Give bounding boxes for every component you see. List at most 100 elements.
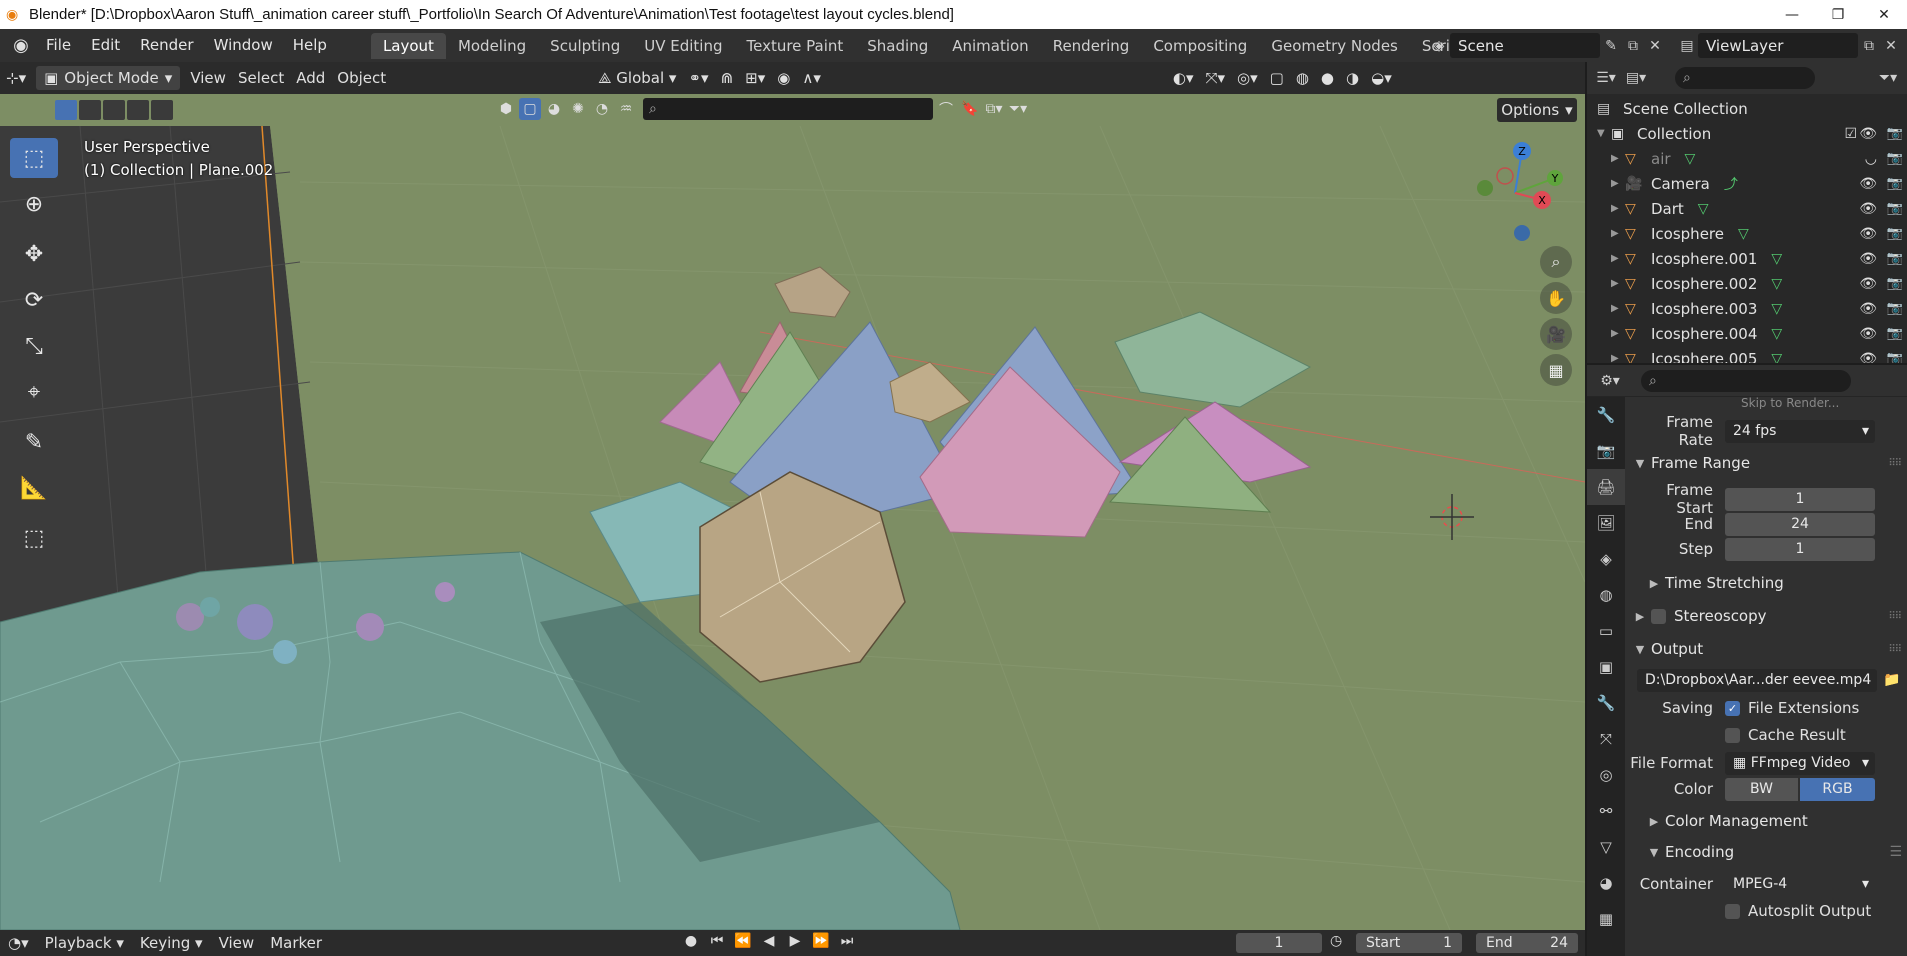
exclude-checkbox-icon[interactable]: ☑	[1844, 126, 1857, 142]
menu-edit[interactable]: Edit	[81, 29, 130, 62]
navigation-gizmo[interactable]: Z Y X	[1470, 138, 1580, 248]
outliner-item-icosphere-005[interactable]: ▶ ▽ Icosphere.005 ▽ 👁 📷	[1587, 346, 1907, 364]
render-camera-icon[interactable]: 📷	[1887, 176, 1903, 191]
render-camera-icon[interactable]: 📷	[1887, 251, 1903, 266]
record-icon[interactable]: ●	[680, 933, 702, 949]
gizmo-toggle-icon[interactable]: ⤧▾	[1199, 66, 1231, 90]
frame-start-field[interactable]: 1	[1725, 487, 1875, 511]
data-tab-icon[interactable]: ▽	[1587, 829, 1625, 865]
ortho-grid-icon[interactable]: ▦	[1540, 354, 1572, 386]
file-format-dropdown[interactable]: ▦ FFmpeg Video ▾	[1725, 751, 1875, 775]
transform-tool[interactable]: ⌖	[10, 372, 58, 412]
expand-arrow-icon[interactable]: ▶	[1611, 253, 1625, 264]
stereoscopy-panel-header[interactable]: ▶ Stereoscopy ⠿⠿	[1629, 601, 1907, 631]
output-tab-icon[interactable]: 🖨	[1587, 469, 1625, 505]
select-box-tool[interactable]: ⬚	[10, 138, 58, 178]
tab-shading[interactable]: Shading	[855, 33, 940, 59]
expand-arrow-icon[interactable]: ▶	[1611, 353, 1625, 363]
particles-tab-icon[interactable]: ⤧	[1587, 721, 1625, 757]
visibility-icon[interactable]: ◐▾	[1167, 66, 1200, 90]
tab-rendering[interactable]: Rendering	[1041, 33, 1142, 59]
select-invert-mode[interactable]	[127, 100, 149, 120]
xray-icon[interactable]: ▢	[1264, 66, 1290, 90]
render-camera-icon[interactable]: 📷	[1887, 151, 1903, 166]
menu-help[interactable]: Help	[283, 29, 337, 62]
proportional-edit-icon[interactable]: ◉	[771, 66, 796, 90]
expand-arrow-icon[interactable]: ▶	[1611, 178, 1625, 189]
delete-viewlayer-icon[interactable]: ✕	[1880, 35, 1902, 57]
tab-layout[interactable]: Layout	[370, 32, 446, 59]
overlay-toggle-icon[interactable]: ◎▾	[1231, 66, 1264, 90]
eye-icon[interactable]: 👁	[1859, 301, 1877, 317]
menu-marker[interactable]: Marker	[262, 934, 330, 952]
snap-icon[interactable]: ⋒	[715, 66, 740, 90]
eye-icon[interactable]: 👁	[1859, 276, 1877, 292]
maximize-button[interactable]: ❐	[1815, 0, 1861, 29]
bookmark-icon[interactable]: 🔖	[959, 98, 981, 120]
zoom-icon[interactable]: ⌕	[1540, 246, 1572, 278]
eye-icon[interactable]: 👁	[1859, 176, 1877, 192]
rendered-shading-icon[interactable]: ◒▾	[1365, 66, 1398, 90]
collection-color-icon[interactable]: ⬢	[495, 98, 517, 120]
material-tab-icon[interactable]: ◕	[1587, 865, 1625, 901]
add-cube-tool[interactable]: ⬚	[10, 518, 58, 558]
eye-closed-icon[interactable]: ◡	[1865, 151, 1877, 167]
drag-grip-icon[interactable]: ⠿⠿	[1888, 458, 1902, 469]
eye-icon[interactable]: 👁	[1859, 201, 1877, 217]
filter-icon[interactable]: ⏷▾	[1007, 98, 1029, 120]
outliner-item-dart[interactable]: ▶ ▽ Dart ▽ 👁 📷	[1587, 196, 1907, 221]
autosplit-checkbox[interactable]	[1725, 903, 1740, 919]
drag-grip-icon[interactable]: ⠿⠿	[1888, 644, 1902, 655]
menu-playback[interactable]: Playback ▾	[37, 934, 132, 952]
drag-grip-icon[interactable]: ⠿⠿	[1888, 611, 1902, 622]
tab-sculpting[interactable]: Sculpting	[538, 33, 632, 59]
menu-file[interactable]: File	[36, 29, 81, 62]
prev-keyframe-icon[interactable]: ⏪	[732, 933, 754, 949]
world-filter-icon[interactable]: ◔	[591, 98, 613, 120]
world-tab-icon[interactable]: ◍	[1587, 577, 1625, 613]
texture-tab-icon[interactable]: ▦	[1587, 901, 1625, 937]
start-frame-field[interactable]: Start 1	[1356, 933, 1462, 953]
expand-arrow-icon[interactable]: ▼	[1597, 128, 1611, 139]
render-camera-icon[interactable]: 📷	[1887, 351, 1903, 363]
display-mode-icon[interactable]: ▤▾	[1625, 67, 1647, 89]
expand-arrow-icon[interactable]: ▶	[1611, 203, 1625, 214]
menu-window[interactable]: Window	[204, 29, 283, 62]
light-filter-icon[interactable]: ✺	[567, 98, 589, 120]
outliner-item-air[interactable]: ▶ ▽ air ▽ ◡ 📷	[1587, 146, 1907, 171]
scene-tab-icon[interactable]: ◈	[1587, 541, 1625, 577]
end-field[interactable]: 24	[1725, 512, 1875, 536]
expand-arrow-icon[interactable]: ▶	[1611, 303, 1625, 314]
render-camera-icon[interactable]: 📷	[1887, 126, 1903, 141]
render-tab-icon[interactable]: 📷	[1587, 433, 1625, 469]
orientation-dropdown[interactable]: ⟁ Global ▾	[592, 66, 682, 90]
delete-scene-icon[interactable]: ✕	[1644, 35, 1666, 57]
render-camera-icon[interactable]: 📷	[1887, 326, 1903, 341]
frame-rate-dropdown[interactable]: 24 fps ▾	[1725, 419, 1875, 443]
eye-icon[interactable]: 👁	[1859, 326, 1877, 342]
outliner-item-icosphere-003[interactable]: ▶ ▽ Icosphere.003 ▽ 👁 📷	[1587, 296, 1907, 321]
container-dropdown[interactable]: MPEG-4 ▾	[1725, 872, 1875, 896]
outliner-item-icosphere-004[interactable]: ▶ ▽ Icosphere.004 ▽ 👁 📷	[1587, 321, 1907, 346]
file-extensions-checkbox[interactable]: ✓	[1725, 700, 1740, 716]
render-camera-icon[interactable]: 📷	[1887, 301, 1903, 316]
play-icon[interactable]: ▶	[784, 933, 806, 949]
solid-shading-icon[interactable]: ●	[1315, 66, 1340, 90]
color-rgb-button[interactable]: RGB	[1800, 777, 1875, 801]
cursor-tool[interactable]: ⊕	[10, 184, 58, 224]
outliner-item-icosphere-002[interactable]: ▶ ▽ Icosphere.002 ▽ 👁 📷	[1587, 271, 1907, 296]
expand-arrow-icon[interactable]: ▶	[1611, 228, 1625, 239]
measure-tool[interactable]: 📐	[10, 468, 58, 508]
render-camera-icon[interactable]: 📷	[1887, 201, 1903, 216]
view-layer-tab-icon[interactable]: 🖼	[1587, 505, 1625, 541]
collection-tab-icon[interactable]: ▭	[1587, 613, 1625, 649]
eye-icon[interactable]: 👁	[1859, 351, 1877, 364]
step-field[interactable]: 1	[1725, 537, 1875, 561]
menu-view[interactable]: View	[184, 66, 232, 90]
frame-range-panel-header[interactable]: ▼ Frame Range ⠿⠿	[1629, 448, 1907, 478]
close-button[interactable]: ✕	[1861, 0, 1907, 29]
tab-animation[interactable]: Animation	[940, 33, 1040, 59]
select-new-mode[interactable]	[55, 100, 77, 120]
pan-hand-icon[interactable]: ✋	[1540, 282, 1572, 314]
tab-modeling[interactable]: Modeling	[446, 33, 538, 59]
